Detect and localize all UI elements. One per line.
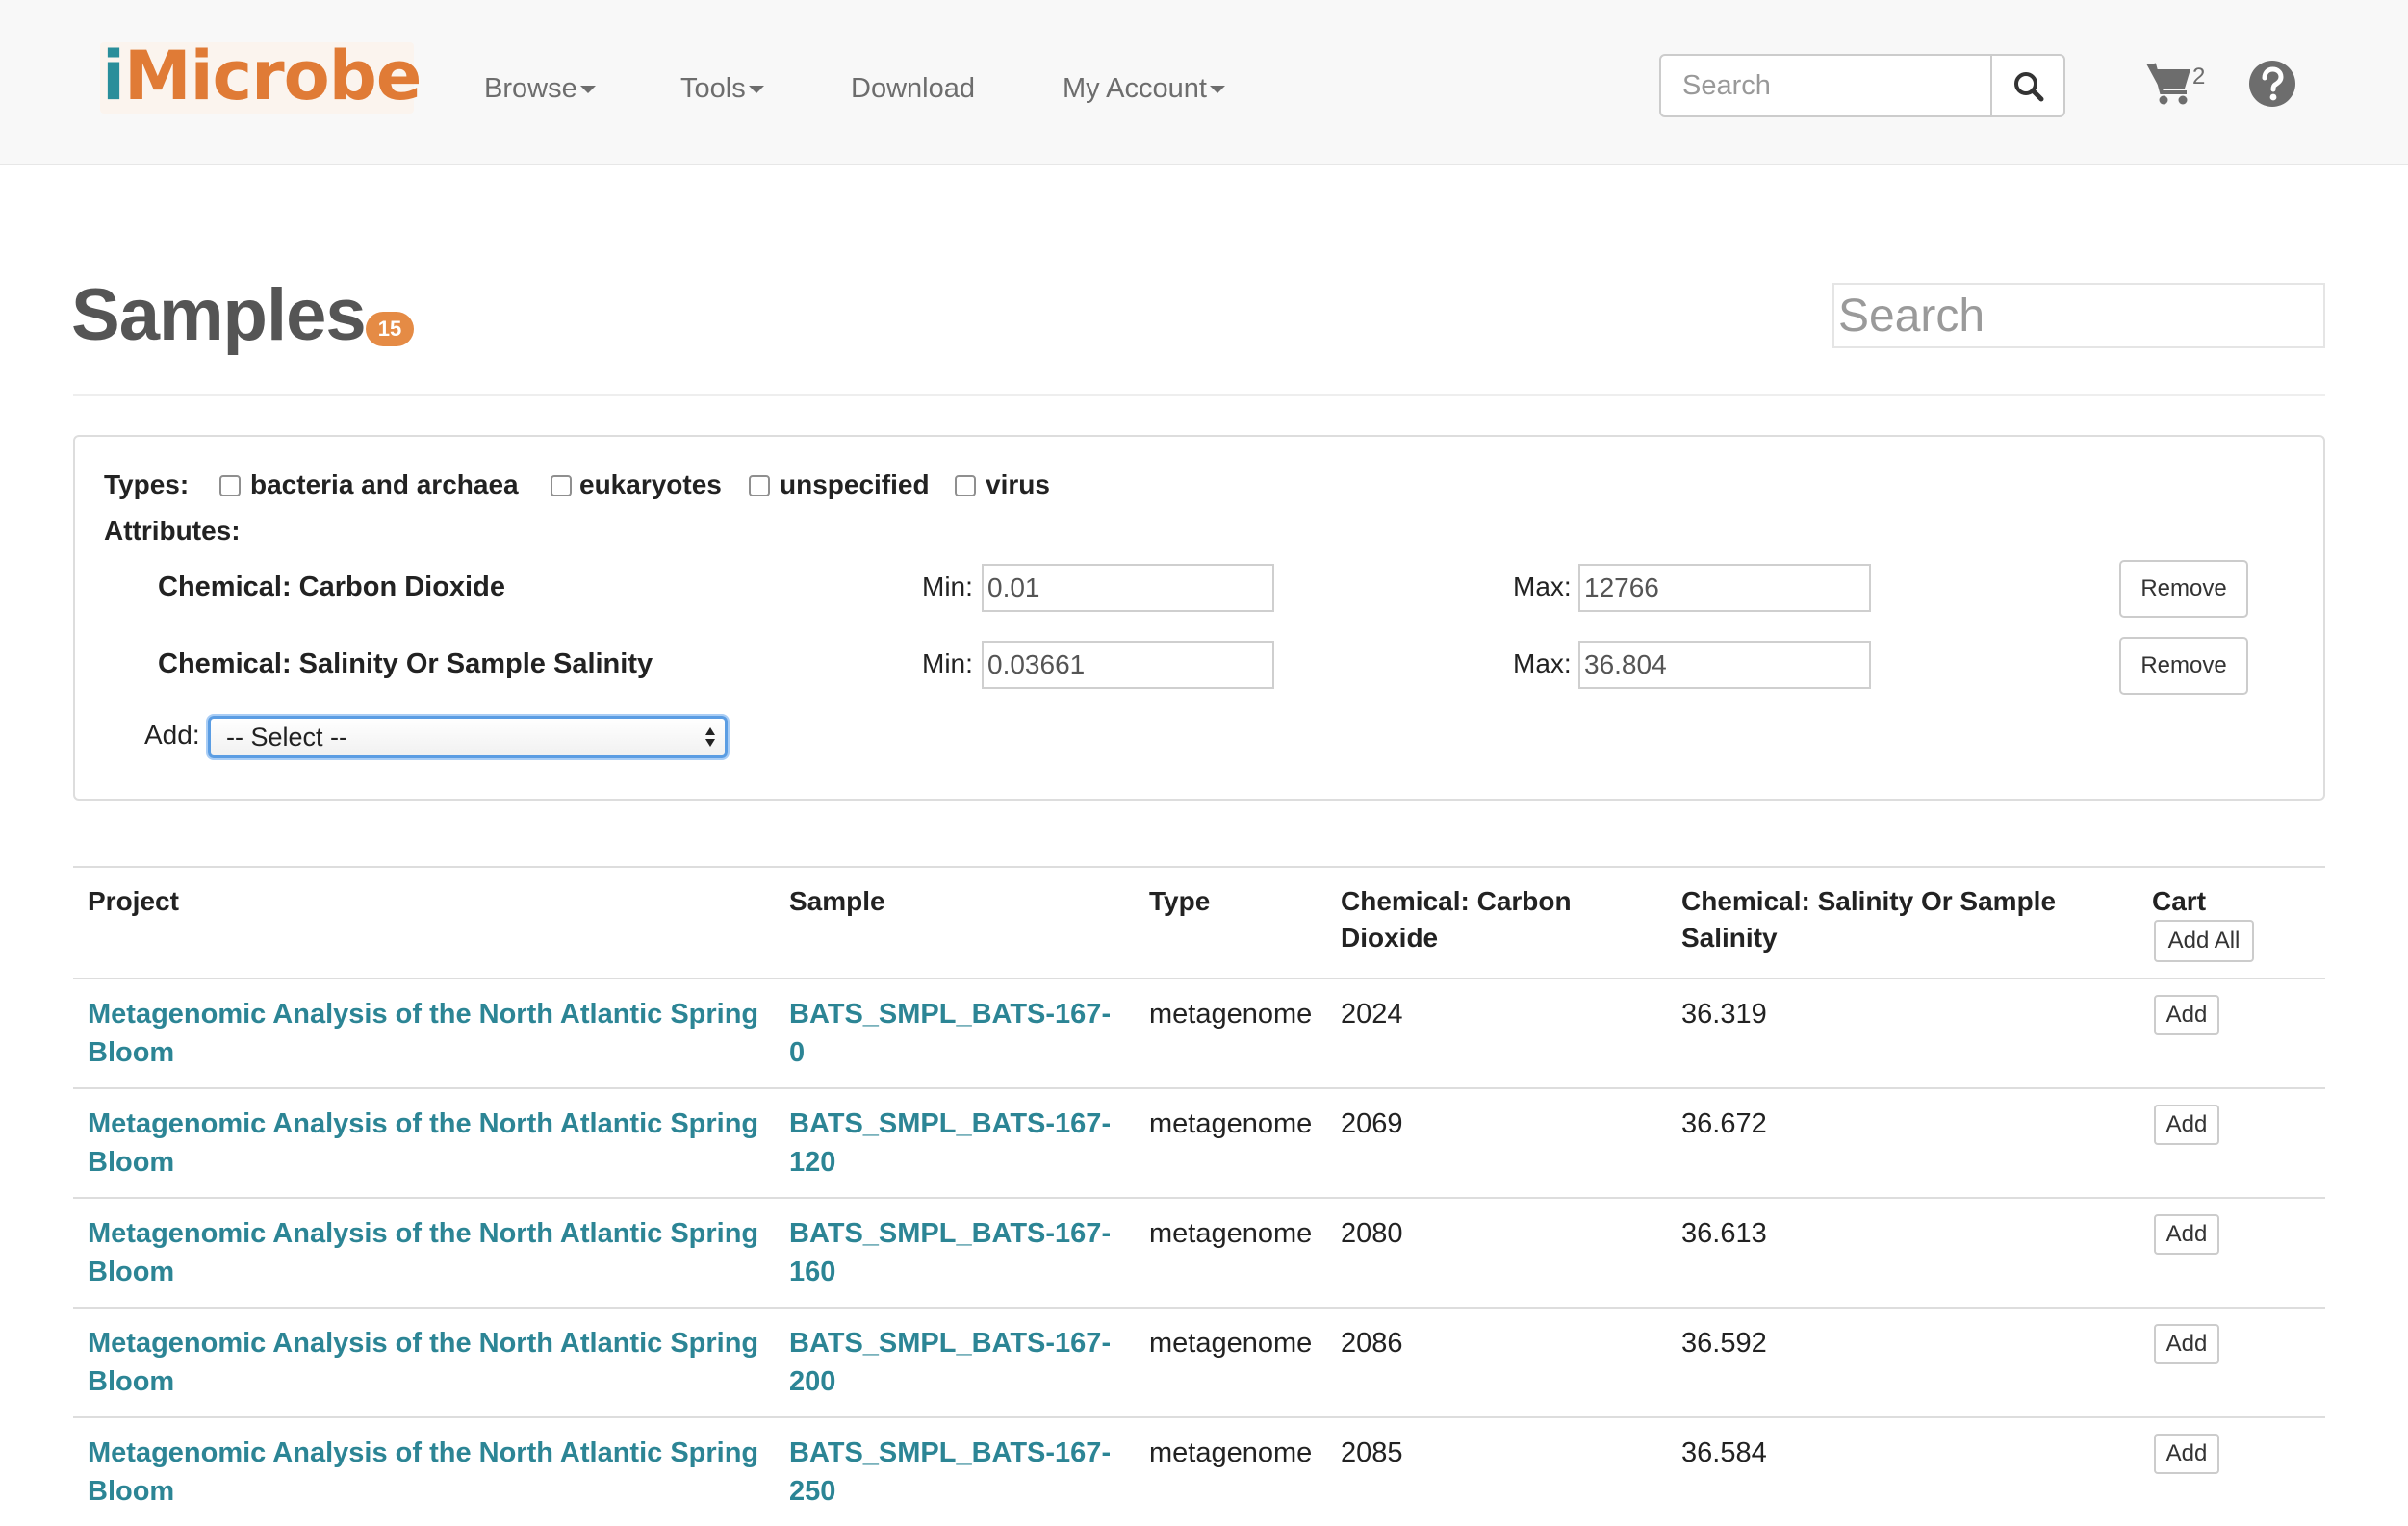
nav-search-button[interactable] bbox=[1990, 54, 2065, 117]
sample-link[interactable]: BATS_SMPL_BATS-167-120 bbox=[789, 1105, 1116, 1182]
salinity-value: 36.672 bbox=[1681, 1108, 1767, 1139]
caret-down-icon bbox=[579, 86, 596, 94]
filter-panel: Types: bacteria and archaea eukaryotes u… bbox=[73, 435, 2325, 801]
add-to-cart-button[interactable]: Add bbox=[2154, 1324, 2219, 1364]
help-icon[interactable] bbox=[2248, 60, 2296, 108]
add-attribute-select-value: -- Select -- bbox=[226, 723, 348, 751]
project-link[interactable]: Metagenomic Analysis of the North Atlant… bbox=[88, 1105, 761, 1182]
table-row: Metagenomic Analysis of the North Atlant… bbox=[73, 1416, 2325, 1526]
page-title: Samples bbox=[71, 274, 367, 356]
remove-salinity-filter-button[interactable]: Remove bbox=[2119, 637, 2248, 695]
add-attribute-select[interactable]: -- Select -- bbox=[208, 716, 728, 758]
cart-icon[interactable] bbox=[2144, 58, 2194, 108]
add-to-cart-button[interactable]: Add bbox=[2154, 1434, 2219, 1474]
caret-down-icon bbox=[748, 86, 764, 94]
project-link[interactable]: Metagenomic Analysis of the North Atlant… bbox=[88, 995, 761, 1072]
column-header-cart: Cart bbox=[2152, 886, 2207, 916]
nav-browse-label: Browse bbox=[484, 73, 577, 104]
attribute-name-salinity: Chemical: Salinity Or Sample Salinity bbox=[158, 649, 653, 679]
sample-type: metagenome bbox=[1149, 1328, 1313, 1359]
co2-value: 2080 bbox=[1341, 1218, 1403, 1249]
nav-search-input[interactable] bbox=[1659, 54, 1992, 117]
nav-download-label: Download bbox=[851, 73, 975, 104]
add-attribute-label: Add: bbox=[144, 720, 200, 750]
sample-link[interactable]: BATS_SMPL_BATS-167-0 bbox=[789, 995, 1116, 1072]
co2-value: 2086 bbox=[1341, 1328, 1403, 1359]
co2-value: 2069 bbox=[1341, 1108, 1403, 1139]
nav-browse-menu[interactable]: Browse bbox=[484, 73, 596, 105]
caret-down-icon bbox=[1209, 86, 1225, 94]
sample-link[interactable]: BATS_SMPL_BATS-167-160 bbox=[789, 1214, 1116, 1291]
co2-value: 2085 bbox=[1341, 1437, 1403, 1468]
search-icon bbox=[2014, 72, 2044, 102]
table-row: Metagenomic Analysis of the North Atlant… bbox=[73, 1307, 2325, 1416]
type-checkbox-eukaryotes[interactable] bbox=[551, 475, 572, 496]
project-link[interactable]: Metagenomic Analysis of the North Atlant… bbox=[88, 1434, 761, 1511]
remove-co2-filter-button[interactable]: Remove bbox=[2119, 560, 2248, 618]
salinity-value: 36.592 bbox=[1681, 1328, 1767, 1359]
add-to-cart-button[interactable]: Add bbox=[2154, 1105, 2219, 1145]
type-checkbox-virus[interactable] bbox=[955, 475, 976, 496]
sample-type: metagenome bbox=[1149, 1218, 1313, 1249]
sample-type: metagenome bbox=[1149, 1108, 1313, 1139]
co2-min-input[interactable] bbox=[982, 564, 1274, 612]
column-header-co2: Chemical: Carbon Dioxide bbox=[1341, 886, 1572, 953]
sample-link[interactable]: BATS_SMPL_BATS-167-250 bbox=[789, 1434, 1116, 1511]
samples-count-badge: 15 bbox=[366, 312, 414, 346]
attribute-min-label: Min: bbox=[922, 649, 973, 678]
attribute-max-label: Max: bbox=[1513, 649, 1572, 678]
co2-max-input[interactable] bbox=[1578, 564, 1871, 612]
column-header-project: Project bbox=[88, 886, 179, 916]
nav-my-account-label: My Account bbox=[1063, 73, 1207, 104]
table-row: Metagenomic Analysis of the North Atlant… bbox=[73, 1087, 2325, 1197]
nav-tools-menu[interactable]: Tools bbox=[680, 73, 764, 105]
co2-value: 2024 bbox=[1341, 999, 1403, 1030]
attribute-max-label: Max: bbox=[1513, 572, 1572, 601]
nav-tools-label: Tools bbox=[680, 73, 746, 104]
table-row: Metagenomic Analysis of the North Atlant… bbox=[73, 1197, 2325, 1307]
type-label-virus: virus bbox=[986, 470, 1050, 499]
header-divider bbox=[73, 394, 2325, 396]
add-all-to-cart-button[interactable]: Add All bbox=[2154, 920, 2254, 962]
salinity-value: 36.319 bbox=[1681, 999, 1767, 1030]
table-row: Metagenomic Analysis of the North Atlant… bbox=[73, 978, 2325, 1087]
sample-type: metagenome bbox=[1149, 999, 1313, 1030]
attribute-min-label: Min: bbox=[922, 572, 973, 601]
project-link[interactable]: Metagenomic Analysis of the North Atlant… bbox=[88, 1324, 761, 1401]
type-label-unspecified: unspecified bbox=[780, 470, 930, 499]
type-label-bacteria-archaea: bacteria and archaea bbox=[250, 470, 519, 499]
nav-my-account-menu[interactable]: My Account bbox=[1063, 73, 1225, 105]
type-checkbox-unspecified[interactable] bbox=[749, 475, 770, 496]
salinity-min-input[interactable] bbox=[982, 641, 1274, 689]
column-header-type: Type bbox=[1149, 886, 1211, 916]
type-checkbox-bacteria-archaea[interactable] bbox=[219, 475, 241, 496]
add-to-cart-button[interactable]: Add bbox=[2154, 995, 2219, 1035]
samples-search-input[interactable] bbox=[1832, 283, 2325, 348]
sample-type: metagenome bbox=[1149, 1437, 1313, 1468]
salinity-value: 36.584 bbox=[1681, 1437, 1767, 1468]
top-navbar: iMicrobe Browse Tools Download My Accoun… bbox=[0, 0, 2408, 165]
attribute-name-co2: Chemical: Carbon Dioxide bbox=[158, 572, 505, 602]
attributes-label: Attributes: bbox=[104, 516, 241, 546]
project-link[interactable]: Metagenomic Analysis of the North Atlant… bbox=[88, 1214, 761, 1291]
brand-name: iMicrobe bbox=[102, 37, 422, 115]
select-arrows-icon bbox=[705, 727, 715, 747]
nav-download-link[interactable]: Download bbox=[851, 73, 975, 105]
salinity-value: 36.613 bbox=[1681, 1218, 1767, 1249]
column-header-sample: Sample bbox=[789, 886, 885, 916]
type-label-eukaryotes: eukaryotes bbox=[579, 470, 722, 499]
cart-count: 2 bbox=[2192, 64, 2206, 89]
imicrobe-logo[interactable]: iMicrobe bbox=[100, 37, 422, 115]
add-to-cart-button[interactable]: Add bbox=[2154, 1214, 2219, 1255]
types-label: Types: bbox=[104, 470, 190, 499]
sample-link[interactable]: BATS_SMPL_BATS-167-200 bbox=[789, 1324, 1116, 1401]
column-header-salinity: Chemical: Salinity Or Sample Salinity bbox=[1681, 886, 2057, 953]
salinity-max-input[interactable] bbox=[1578, 641, 1871, 689]
table-top-divider bbox=[73, 866, 2325, 868]
